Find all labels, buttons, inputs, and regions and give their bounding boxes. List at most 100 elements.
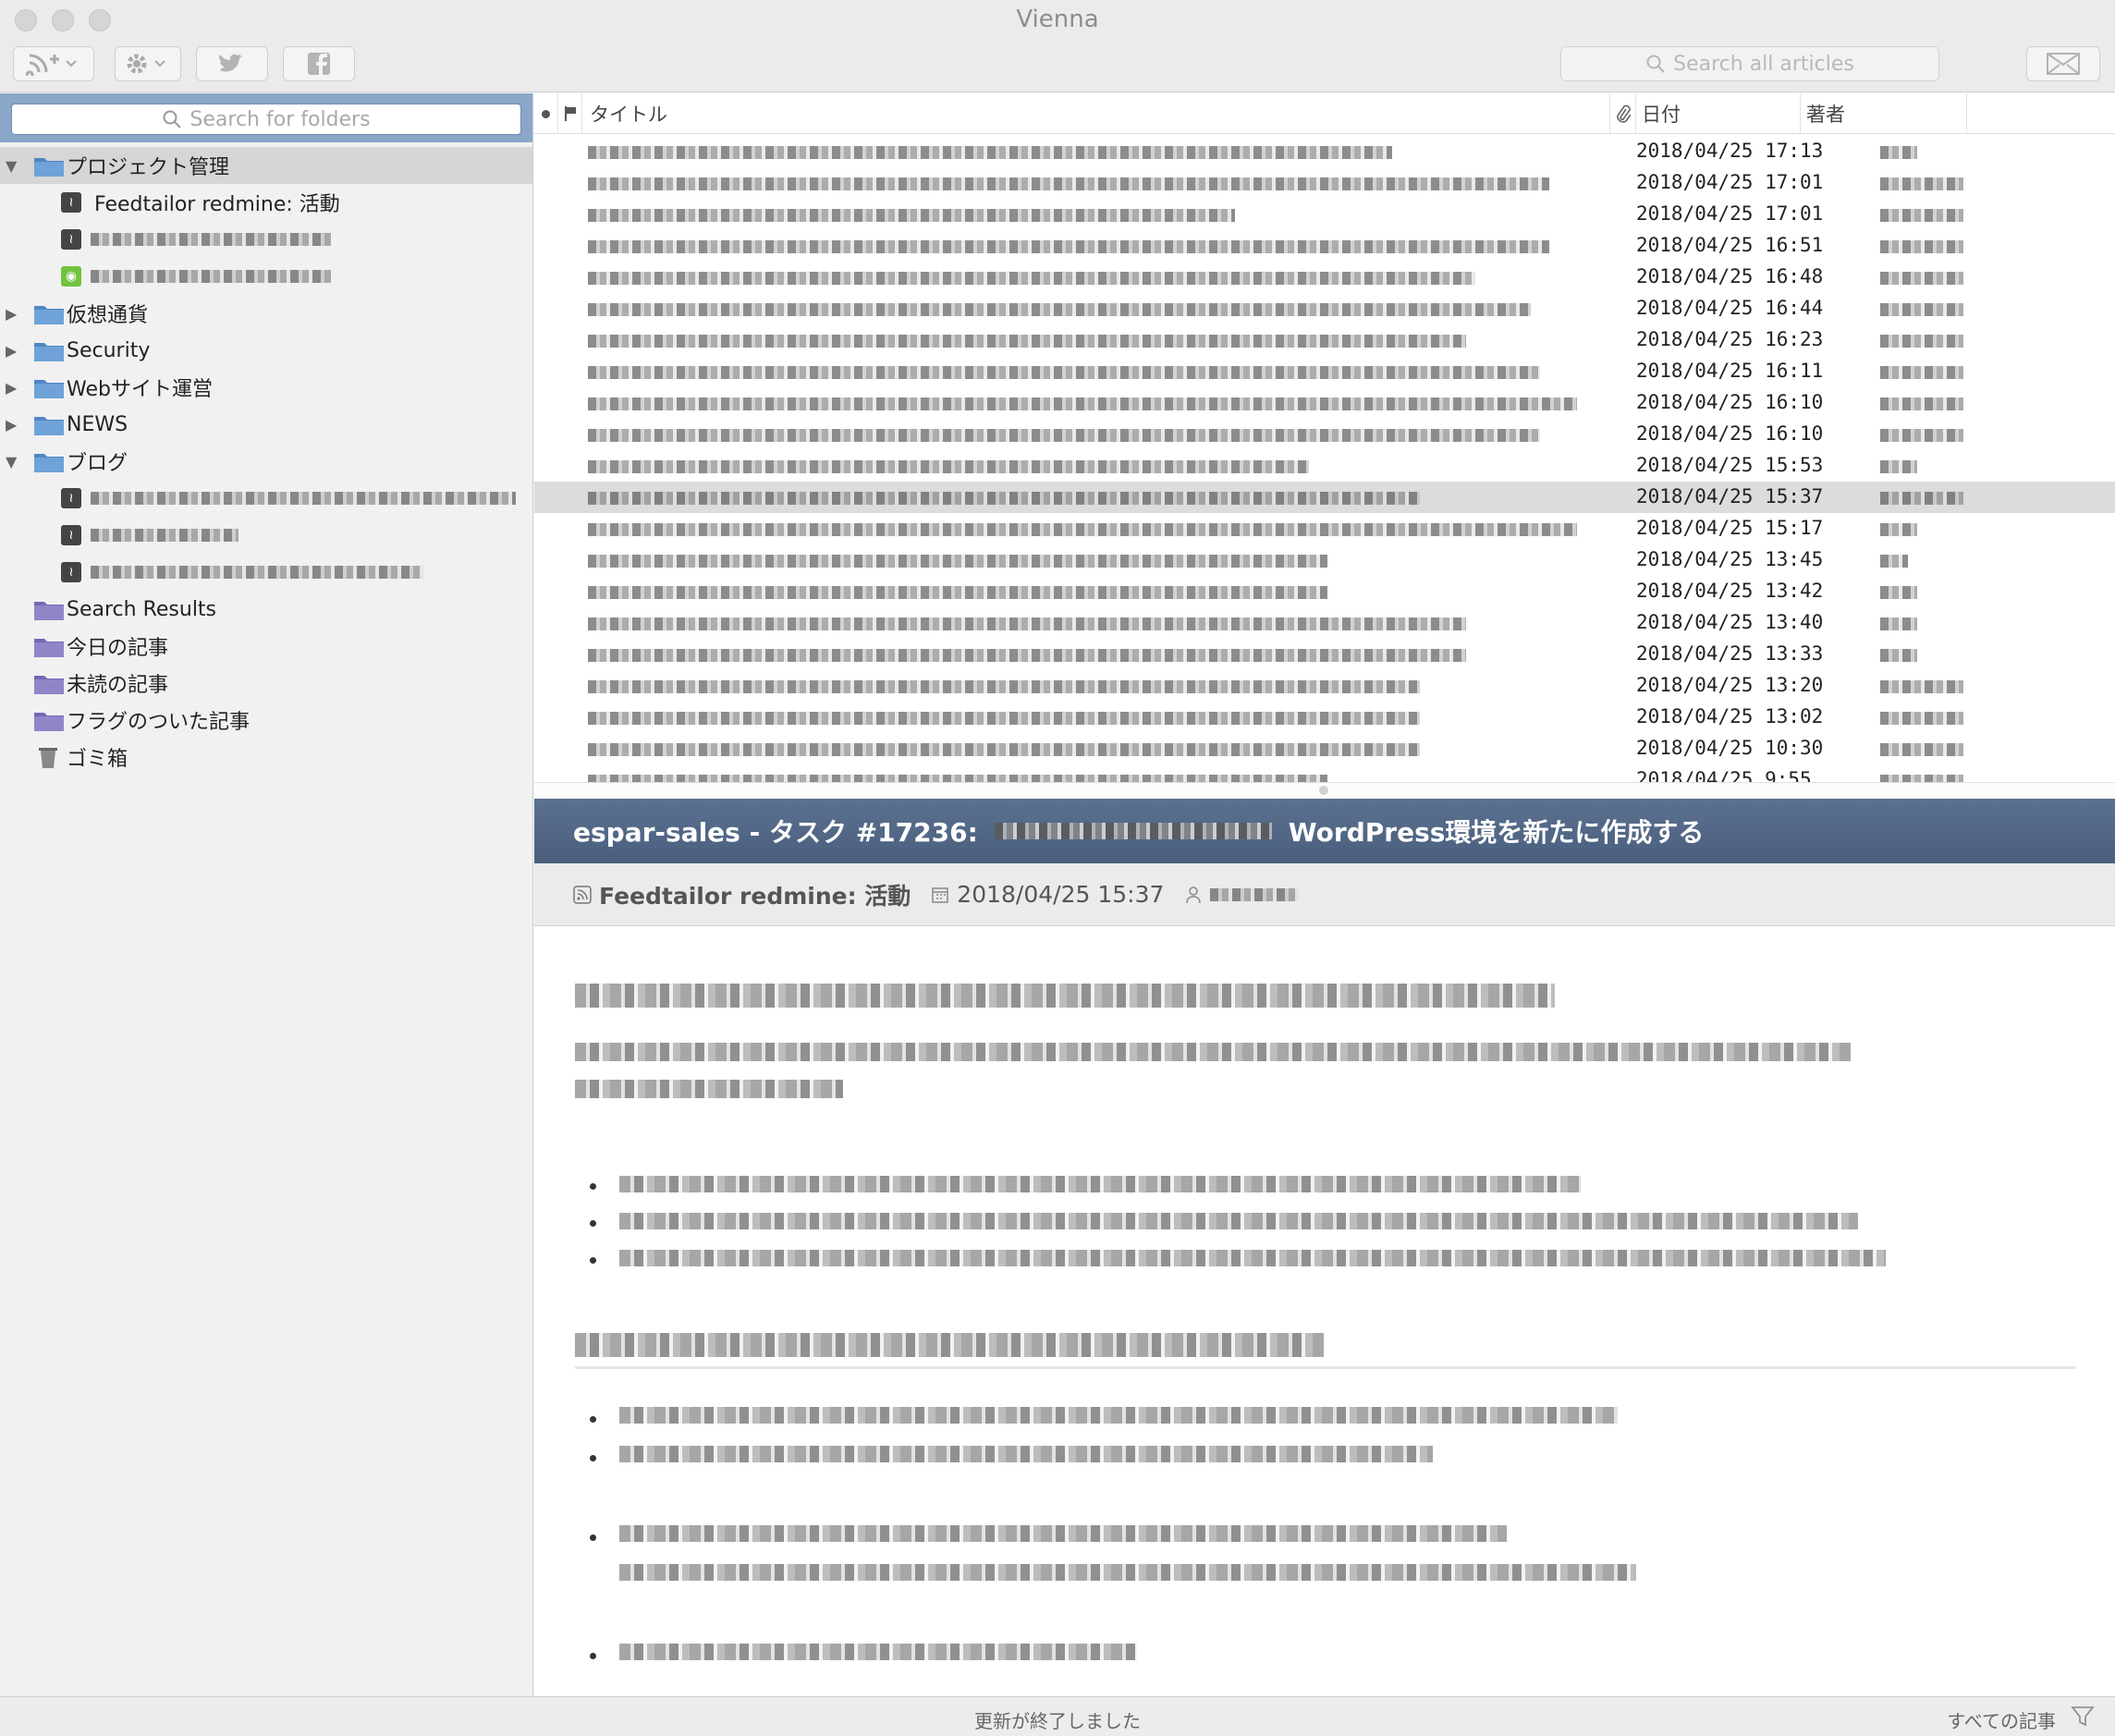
redacted-list-item: [619, 1407, 1618, 1424]
sidebar-item[interactable]: ≀ Feedtailor redmine: 活動: [0, 184, 532, 221]
title-column-label: タイトル: [590, 104, 667, 126]
article-row[interactable]: 2018/04/25 15:37: [534, 482, 2115, 513]
redacted-author: [1880, 492, 1963, 505]
article-row[interactable]: 2018/04/25 13:02: [534, 702, 2115, 733]
folder-sidebar: Search for folders ▼ プロジェクト管理 ≀ Feedtailor …: [0, 93, 533, 1696]
disclosure-collapsed-icon[interactable]: ▶: [6, 379, 17, 397]
article-row[interactable]: 2018/04/25 13:33: [534, 639, 2115, 670]
article-feed[interactable]: Feedtailor redmine: 活動: [573, 878, 911, 911]
sidebar-item[interactable]: ◉: [0, 258, 532, 295]
article-date: 2018/04/25 16:10: [1636, 422, 1824, 445]
sidebar-item[interactable]: ▶ Webサイト運営: [0, 369, 532, 406]
redacted-heading: [575, 984, 1555, 1008]
article-row[interactable]: 2018/04/25 10:30: [534, 733, 2115, 764]
share-facebook-button[interactable]: [283, 46, 355, 81]
search-icon: [1646, 55, 1665, 73]
article-row[interactable]: 2018/04/25 16:51: [534, 230, 2115, 262]
article-date: 2018/04/25 16:48: [1636, 265, 1824, 287]
article-row[interactable]: 2018/04/25 15:53: [534, 450, 2115, 482]
list-bullet: [590, 1653, 596, 1659]
redacted-article-title: [588, 586, 1327, 599]
sidebar-item[interactable]: ≀: [0, 517, 532, 554]
article-row[interactable]: 2018/04/25 17:13: [534, 136, 2115, 167]
redacted-list-item: [619, 1250, 1886, 1266]
attachment-column-header[interactable]: [1610, 93, 1636, 134]
article-row[interactable]: 2018/04/25 13:42: [534, 576, 2115, 607]
search-all-articles-input[interactable]: Search all articles: [1560, 46, 1939, 81]
article-row[interactable]: 2018/04/25 16:23: [534, 324, 2115, 356]
article-row[interactable]: 2018/04/25 16:44: [534, 293, 2115, 324]
search-all-placeholder: Search all articles: [1673, 52, 1854, 76]
sidebar-item[interactable]: Search Results: [0, 591, 532, 628]
unread-column-header[interactable]: [534, 93, 558, 134]
rss-feed-icon: ≀: [61, 192, 81, 213]
share-twitter-button[interactable]: [196, 46, 268, 81]
redacted-author: [1880, 397, 1963, 410]
date-column-header[interactable]: 日付: [1636, 93, 1801, 134]
redacted-author: [1880, 680, 1963, 693]
disclosure-collapsed-icon[interactable]: ▶: [6, 416, 17, 434]
article-row[interactable]: 2018/04/25 16:10: [534, 419, 2115, 450]
rss-feed-icon: ≀: [61, 525, 81, 545]
article-row[interactable]: 2018/04/25 13:45: [534, 544, 2115, 576]
sidebar-item[interactable]: ゴミ箱: [0, 739, 532, 776]
article-date: 2018/04/25 17:13: [1636, 140, 1824, 162]
article-row[interactable]: 2018/04/25 16:11: [534, 356, 2115, 387]
title-column-header[interactable]: タイトル: [582, 93, 1610, 134]
rss-feed-icon: ≀: [61, 229, 81, 250]
redacted-author: [1210, 887, 1300, 901]
search-icon: [163, 110, 182, 128]
folder-icon: [34, 454, 64, 472]
redacted-paragraph: [575, 1080, 843, 1098]
disclosure-expanded-icon[interactable]: ▼: [6, 453, 17, 471]
article-date: 2018/04/25 13:42: [1636, 580, 1824, 602]
sidebar-item[interactable]: フラグのついた記事: [0, 702, 532, 739]
article-row[interactable]: 2018/04/25 15:17: [534, 513, 2115, 544]
disclosure-collapsed-icon[interactable]: ▶: [6, 305, 17, 323]
sidebar-item-label: Search Results: [67, 597, 217, 621]
article-row[interactable]: 2018/04/25 17:01: [534, 167, 2115, 199]
redacted-article-title: [588, 743, 1420, 756]
filter-funnel-icon[interactable]: [2071, 1705, 2095, 1728]
sidebar-item[interactable]: ≀: [0, 480, 532, 517]
list-bullet: [590, 1534, 596, 1541]
article-row[interactable]: 2018/04/25 16:48: [534, 262, 2115, 293]
redacted-author: [1880, 177, 1963, 190]
disclosure-expanded-icon[interactable]: ▼: [6, 157, 17, 175]
article-row[interactable]: 2018/04/25 13:20: [534, 670, 2115, 702]
status-bar: 更新が終了しました すべての記事: [0, 1696, 2115, 1736]
action-menu-button[interactable]: [115, 46, 181, 81]
sidebar-item[interactable]: 今日の記事: [0, 628, 532, 665]
mail-link-button[interactable]: [2026, 46, 2100, 81]
sidebar-item[interactable]: ▼ ブログ: [0, 443, 532, 480]
redacted-article-title: [588, 146, 1392, 159]
folder-icon: [34, 158, 64, 177]
redacted-author: [1880, 146, 1917, 159]
folder-icon: [34, 380, 64, 398]
sidebar-item[interactable]: ≀: [0, 221, 532, 258]
article-date: 2018/04/25 13:33: [1636, 642, 1824, 665]
sidebar-item[interactable]: ▼ プロジェクト管理: [0, 147, 532, 184]
paperclip-icon: [1616, 104, 1631, 123]
sidebar-item-label: ブログ: [67, 452, 128, 475]
article-row[interactable]: 2018/04/25 17:01: [534, 199, 2115, 230]
gear-icon: [127, 54, 165, 74]
article-row[interactable]: 2018/04/25 16:10: [534, 387, 2115, 419]
sidebar-item[interactable]: ≀: [0, 554, 532, 591]
sidebar-item[interactable]: ▶ NEWS: [0, 406, 532, 443]
folder-search-input[interactable]: Search for folders: [11, 104, 521, 135]
disclosure-collapsed-icon[interactable]: ▶: [6, 342, 17, 360]
flag-column-header[interactable]: [558, 93, 582, 134]
sidebar-item[interactable]: ▶ 仮想通貨: [0, 295, 532, 332]
article-row[interactable]: 2018/04/25 13:40: [534, 607, 2115, 639]
sidebar-item[interactable]: ▶ Security: [0, 332, 532, 369]
pane-splitter[interactable]: [534, 782, 2115, 799]
filter-menu[interactable]: すべての記事: [1947, 1706, 2056, 1733]
sidebar-item-label: 未読の記事: [67, 674, 169, 697]
article-row[interactable]: 2018/04/25 9:55: [534, 764, 2115, 782]
sidebar-item[interactable]: 未読の記事: [0, 665, 532, 702]
redacted-list-item: [619, 1213, 1858, 1229]
author-column-header[interactable]: 著者: [1801, 93, 1967, 134]
redacted-list-item: [619, 1564, 1636, 1581]
subscribe-button[interactable]: [13, 46, 94, 81]
